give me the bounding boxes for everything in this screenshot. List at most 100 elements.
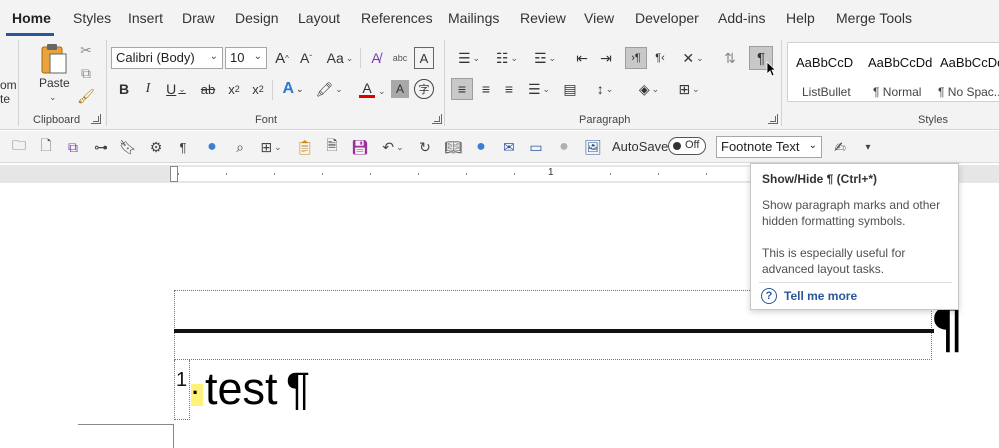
- compare-icon[interactable]: ⧉: [64, 138, 82, 156]
- globe-icon[interactable]: ●: [203, 138, 221, 156]
- chevron-down-icon[interactable]: ⌄: [254, 51, 262, 62]
- font-size-combobox[interactable]: 10 ⌄: [225, 47, 267, 69]
- org-chart-icon[interactable]: ⊶: [92, 138, 110, 156]
- tab-references[interactable]: References: [361, 10, 433, 26]
- borders-icon: ⊞: [678, 80, 691, 97]
- tab-design[interactable]: Design: [235, 10, 279, 26]
- sort-button[interactable]: ⇅: [720, 47, 740, 69]
- borders-button[interactable]: ⊞ ⌄: [672, 78, 706, 100]
- character-shading-button[interactable]: A: [391, 80, 409, 98]
- tab-view[interactable]: View: [584, 10, 614, 26]
- clear-formatting-button[interactable]: A̸: [366, 47, 386, 69]
- tab-styles[interactable]: Styles: [73, 10, 111, 26]
- tab-review[interactable]: Review: [520, 10, 566, 26]
- tab-mailings[interactable]: Mailings: [448, 10, 499, 26]
- tab-layout[interactable]: Layout: [298, 10, 340, 26]
- change-case-button[interactable]: Aa ⌄: [324, 47, 356, 69]
- shading-button[interactable]: ◈ ⌄: [632, 78, 666, 100]
- italic-button[interactable]: I: [138, 78, 158, 100]
- tab-draw[interactable]: Draw: [182, 10, 215, 26]
- text-effects-button[interactable]: A ⌄: [277, 78, 309, 100]
- help-icon[interactable]: ?: [761, 288, 777, 304]
- align-right-button[interactable]: ≡: [499, 78, 519, 100]
- paste-special-icon[interactable]: 📋︎: [296, 138, 314, 156]
- line-spacing-button[interactable]: ↕ ⌄: [588, 78, 622, 100]
- ruler-tick: [466, 173, 467, 175]
- bold-button[interactable]: B: [114, 78, 134, 100]
- style-normal[interactable]: AaBbCcDd ¶ Normal: [860, 43, 932, 101]
- ltr-direction-button[interactable]: ›¶: [625, 47, 647, 69]
- book-icon[interactable]: 📖︎: [444, 138, 462, 156]
- autosave-toggle[interactable]: Off: [668, 137, 706, 155]
- clipboard-dialog-launcher[interactable]: [91, 114, 101, 124]
- highlight-color-button[interactable]: 🖍 ⌄: [313, 78, 345, 100]
- justify-button[interactable]: ☰ ⌄: [522, 78, 556, 100]
- bullets-button[interactable]: ☰ ⌄: [452, 47, 486, 69]
- paste-button[interactable]: Paste ⌄: [36, 41, 72, 105]
- superscript-button[interactable]: x2: [248, 78, 268, 100]
- tell-me-more-link[interactable]: Tell me more: [784, 289, 857, 303]
- style-listbullet[interactable]: AaBbCcD ListBullet: [788, 43, 860, 101]
- multilevel-list-button[interactable]: ☲ ⌄: [528, 47, 562, 69]
- numbered-list-icon: ☷: [495, 49, 509, 66]
- undo-icon[interactable]: ↶ ⌄: [378, 138, 408, 156]
- tab-help[interactable]: Help: [786, 10, 815, 26]
- tab-merge-tools[interactable]: Merge Tools: [836, 10, 912, 26]
- increase-indent-button[interactable]: ⇥: [596, 47, 616, 69]
- shrink-font-button[interactable]: Aˇ: [296, 47, 316, 69]
- folder-icon[interactable]: 🗀: [10, 137, 28, 156]
- phonetic-guide-button[interactable]: abc: [390, 47, 410, 69]
- paragraph-dialog-launcher[interactable]: [768, 114, 778, 124]
- chevron-down-icon[interactable]: ⌄: [378, 86, 386, 97]
- document-icon[interactable]: 🗎: [323, 137, 341, 156]
- style-combobox[interactable]: Footnote Text ⌄: [716, 136, 822, 158]
- footnote-text[interactable]: test: [205, 366, 278, 411]
- search-icon[interactable]: ⌕: [231, 138, 249, 156]
- subscript-button[interactable]: x2: [224, 78, 244, 100]
- chevron-down-icon: ⌄: [472, 52, 481, 63]
- tab-add-ins[interactable]: Add-ins: [718, 10, 765, 26]
- rtl-direction-button[interactable]: ¶‹: [650, 47, 670, 69]
- numbering-button[interactable]: ☷ ⌄: [490, 47, 524, 69]
- underline-button[interactable]: U ⌄: [161, 78, 191, 100]
- table-icon[interactable]: ⊞ ⌄: [256, 138, 286, 156]
- mail-icon[interactable]: ✉: [500, 138, 518, 156]
- new-document-icon[interactable]: 🗋: [37, 137, 55, 156]
- gear-icon[interactable]: ⚙: [147, 138, 165, 156]
- redo-icon[interactable]: ↻: [416, 138, 434, 156]
- cut-button[interactable]: ✂: [76, 40, 96, 60]
- align-center-button[interactable]: ≡: [476, 78, 496, 100]
- chevron-down-icon: ⌄: [548, 52, 557, 63]
- grow-font-button[interactable]: A ^: [272, 47, 292, 69]
- chevron-down-icon[interactable]: ⌄: [809, 140, 817, 151]
- web-icon[interactable]: ●: [472, 138, 490, 156]
- tab-home[interactable]: Home: [12, 10, 51, 26]
- indent-marker[interactable]: [170, 166, 178, 182]
- copy-button[interactable]: ⧉: [76, 63, 96, 83]
- decrease-indent-button[interactable]: ⇤: [572, 47, 592, 69]
- chevron-down-icon[interactable]: ⌄: [210, 51, 218, 62]
- superscript-char: 2: [258, 84, 264, 94]
- tooltip-divider: [759, 282, 952, 283]
- font-name-combobox[interactable]: Calibri (Body) ⌄: [111, 47, 223, 69]
- tab-developer[interactable]: Developer: [635, 10, 699, 26]
- asian-layout-button[interactable]: ✕ ⌄: [676, 47, 710, 69]
- character-shading-icon: A: [395, 82, 404, 96]
- character-border-button[interactable]: A: [414, 47, 434, 69]
- horizontal-ruler[interactable]: 1: [178, 167, 758, 181]
- signature-icon[interactable]: ✍: [831, 138, 849, 156]
- pilcrow-toggle-icon[interactable]: ¶: [174, 138, 192, 156]
- format-painter-button[interactable]: 🖌: [76, 86, 96, 106]
- customize-toolbar-icon[interactable]: ▾: [859, 138, 877, 156]
- image-icon[interactable]: 🖼︎: [584, 138, 602, 156]
- save-icon[interactable]: 💾︎: [351, 138, 369, 156]
- tab-insert[interactable]: Insert: [128, 10, 163, 26]
- enclose-characters-button[interactable]: 字: [414, 79, 434, 99]
- font-dialog-launcher[interactable]: [432, 114, 442, 124]
- bookmark-icon[interactable]: 🔖︎: [119, 138, 137, 156]
- strikethrough-button[interactable]: ab: [198, 78, 218, 100]
- distributed-button[interactable]: ▤: [560, 78, 580, 100]
- style-no-spacing[interactable]: AaBbCcDd ¶ No Spac...: [932, 43, 999, 101]
- align-left-button[interactable]: ≡: [451, 78, 473, 100]
- form-icon[interactable]: ▭: [527, 138, 545, 156]
